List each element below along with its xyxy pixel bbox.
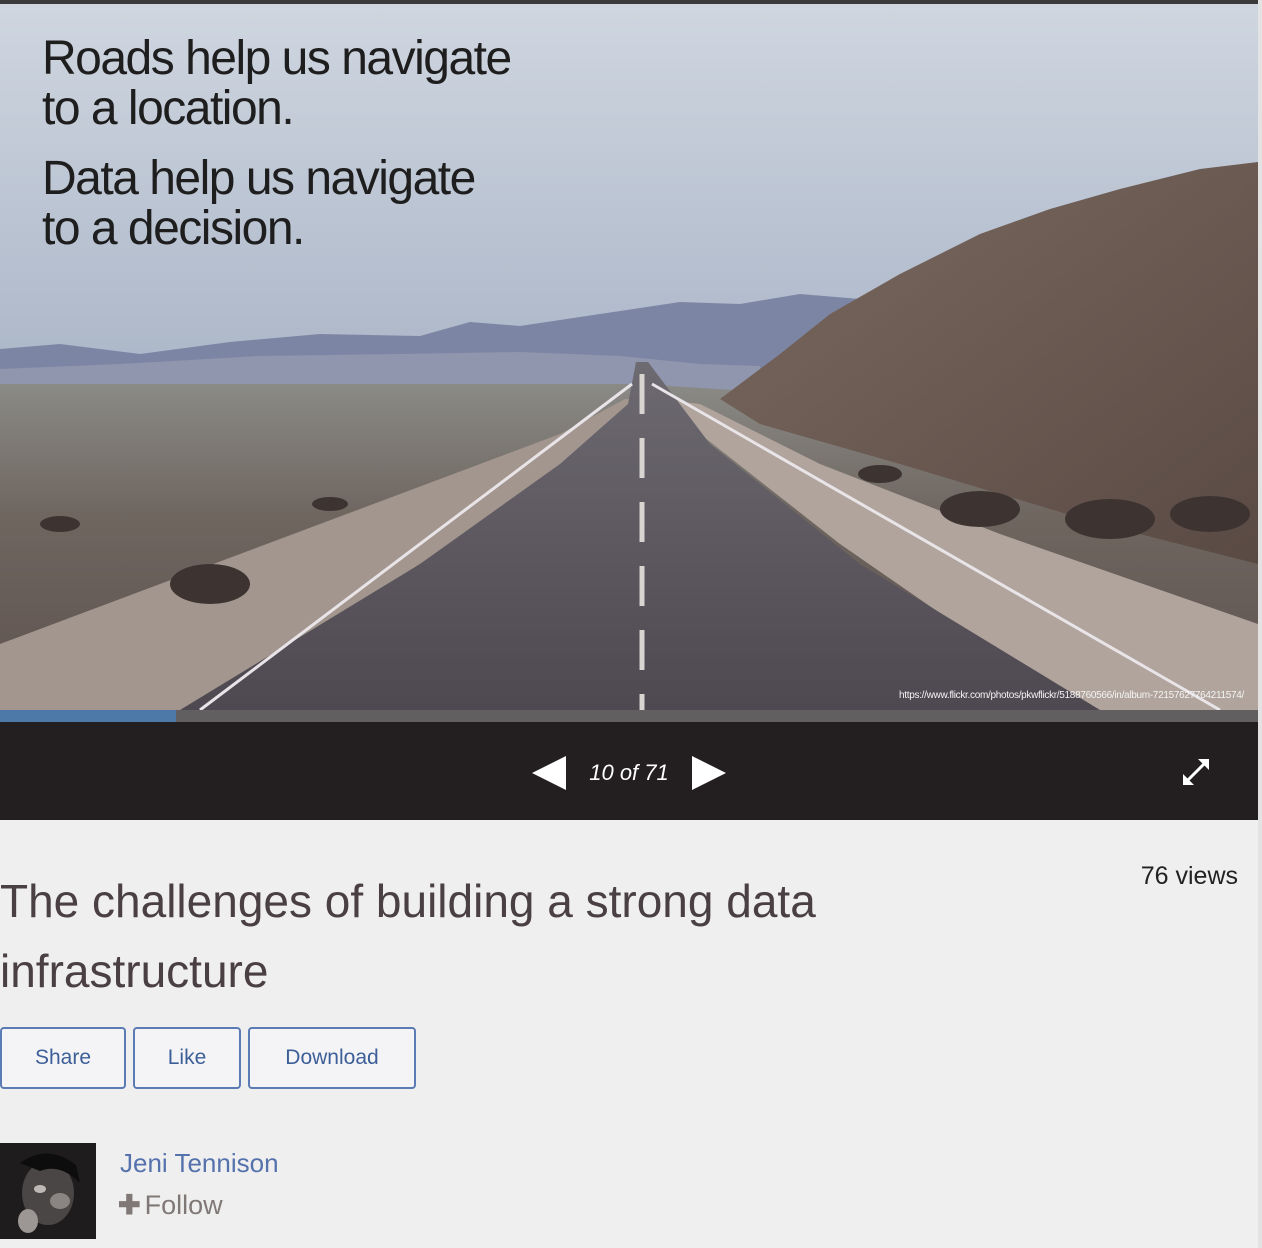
- triangle-left-icon: [532, 756, 566, 790]
- fullscreen-button[interactable]: [1180, 756, 1212, 788]
- photo-credit: https://www.flickr.com/photos/pkwflickr/…: [899, 690, 1244, 701]
- follow-button[interactable]: ✚ Follow: [118, 1190, 223, 1221]
- follow-label: Follow: [144, 1190, 223, 1220]
- previous-slide-button[interactable]: [530, 754, 568, 792]
- next-slide-button[interactable]: [690, 754, 728, 792]
- slide-text-data: Data help us navigate to a decision.: [42, 152, 476, 255]
- slide-text-line: to a decision.: [42, 202, 305, 255]
- triangle-right-icon: [692, 756, 726, 790]
- page-indicator: 10 of 71: [589, 760, 669, 785]
- plus-icon: ✚: [118, 1190, 141, 1220]
- like-button[interactable]: Like: [133, 1027, 241, 1089]
- player-controls: 10 of 71: [0, 722, 1258, 820]
- download-button[interactable]: Download: [248, 1027, 416, 1089]
- view-count: 76 views: [1140, 862, 1238, 890]
- slide-text-line: Roads help us navigate: [42, 32, 512, 85]
- expand-arrows-icon: [1183, 759, 1209, 785]
- slide-image: Roads help us navigate to a location. Da…: [0, 0, 1258, 710]
- presentation-title: The challenges of building a strong data…: [0, 875, 816, 997]
- slide-text-roads: Roads help us navigate to a location.: [42, 32, 512, 135]
- slide-text-line: Data help us navigate: [42, 152, 476, 205]
- author-avatar[interactable]: [0, 1143, 96, 1239]
- slide-progress-fill: [0, 710, 177, 722]
- slide-text-line: to a location.: [42, 82, 295, 135]
- page-edge: [1258, 0, 1262, 1248]
- slide-progress-bar[interactable]: [0, 710, 1258, 722]
- author-name-link[interactable]: Jeni Tennison: [120, 1148, 279, 1179]
- avatar-photo: [0, 1143, 96, 1239]
- share-button[interactable]: Share: [0, 1027, 126, 1089]
